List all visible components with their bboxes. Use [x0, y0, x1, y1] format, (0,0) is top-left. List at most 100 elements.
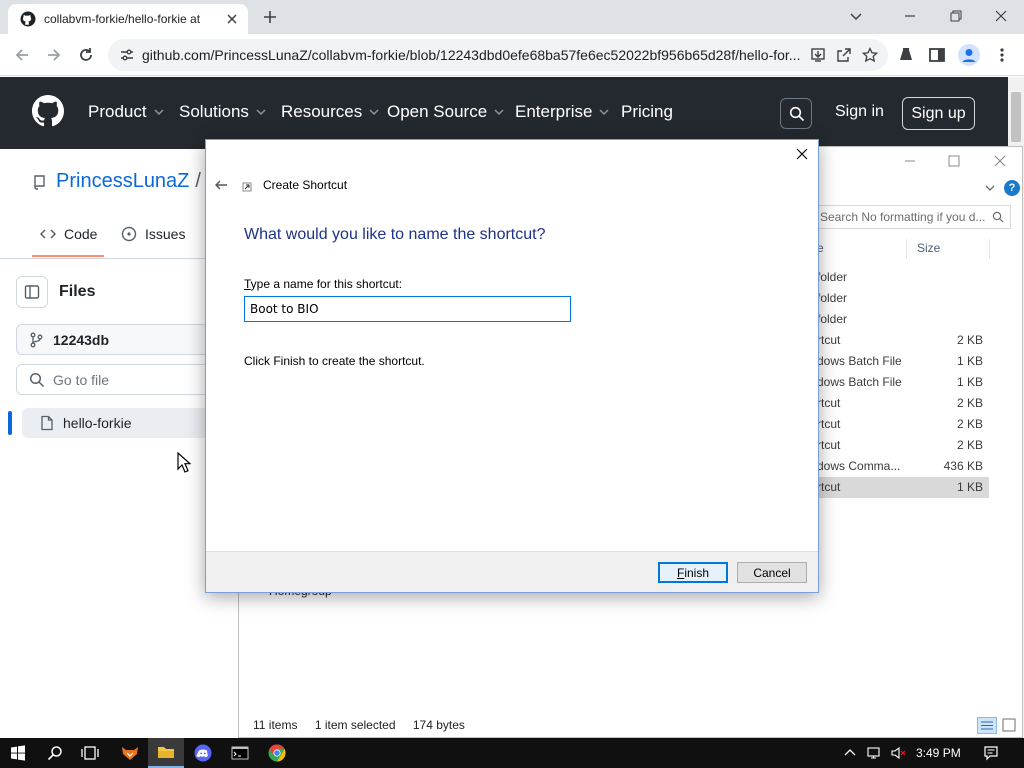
- search-icon: [29, 372, 45, 387]
- reload-icon[interactable]: [77, 46, 95, 64]
- volume-mute-icon[interactable]: [890, 745, 906, 761]
- files-title: Files: [59, 283, 96, 300]
- task-view-icon: [81, 746, 99, 760]
- browser-tab[interactable]: collabvm-forkie/hello-forkie at: [8, 4, 248, 34]
- file-size: 1 KB: [956, 354, 983, 368]
- close-icon[interactable]: [795, 147, 809, 161]
- file-row[interactable]: dows Batch File 1 KB: [809, 351, 989, 372]
- action-center-icon[interactable]: [983, 745, 999, 761]
- sign-up-button[interactable]: Sign up: [902, 97, 975, 130]
- file-type: rtcut: [817, 417, 841, 431]
- file-type: dows Comma...: [817, 459, 901, 473]
- clock[interactable]: 3:49 PM: [916, 746, 961, 760]
- taskbar-discord[interactable]: [185, 738, 221, 768]
- cancel-button[interactable]: Cancel: [737, 562, 807, 583]
- chevron-up-icon[interactable]: [842, 745, 858, 761]
- label-accelerator: T: [244, 277, 251, 291]
- go-to-file-placeholder: Go to file: [53, 371, 110, 388]
- taskbar-app-game[interactable]: [112, 738, 148, 768]
- search-taskbar-button[interactable]: [37, 738, 73, 768]
- file-row[interactable]: folder: [809, 309, 989, 330]
- status-item-count: 11 items: [253, 718, 298, 732]
- file-row[interactable]: rtcut 2 KB: [809, 414, 989, 435]
- explorer-search-input[interactable]: Search No formatting if you d...: [809, 205, 1011, 229]
- scrollbar-thumb[interactable]: [1011, 92, 1021, 142]
- minimize-icon[interactable]: [902, 8, 918, 24]
- back-arrow-icon[interactable]: [214, 178, 228, 192]
- file-list: folder folder folder rtcut 2 KB dows Batch Fi…: [809, 267, 989, 498]
- mouse-cursor-icon: [177, 452, 191, 473]
- site-info-icon[interactable]: [120, 48, 134, 62]
- plus-icon[interactable]: [262, 9, 278, 25]
- shortcut-icon: [242, 182, 252, 192]
- nav-solutions[interactable]: Solutions: [179, 102, 267, 122]
- finish-label: inish: [684, 565, 710, 580]
- file-type: rtcut: [817, 396, 841, 410]
- shortcut-name-input[interactable]: [244, 296, 571, 322]
- github-logo-icon[interactable]: [32, 95, 64, 127]
- restore-icon[interactable]: [948, 8, 964, 24]
- tab-code[interactable]: Code: [40, 226, 97, 242]
- chevron-down-icon[interactable]: [848, 8, 864, 24]
- network-icon[interactable]: [866, 745, 882, 761]
- create-shortcut-dialog: Create Shortcut What would you like to n…: [205, 139, 819, 593]
- search-button[interactable]: [780, 98, 812, 129]
- file-row[interactable]: rtcut 1 KB: [809, 477, 989, 498]
- file-row[interactable]: dows Batch File 1 KB: [809, 372, 989, 393]
- sign-in-link[interactable]: Sign in: [835, 103, 884, 121]
- file-row[interactable]: rtcut 2 KB: [809, 435, 989, 456]
- tab-label: Code: [64, 226, 98, 242]
- install-app-icon[interactable]: [810, 47, 826, 63]
- chevron-down-icon: [599, 109, 610, 116]
- nav-open-source[interactable]: Open Source: [387, 102, 505, 122]
- column-divider[interactable]: [989, 239, 990, 259]
- chevron-down-icon[interactable]: [984, 182, 996, 194]
- taskbar-command-prompt[interactable]: [222, 738, 258, 768]
- file-size: 2 KB: [956, 333, 983, 347]
- maximize-icon[interactable]: [948, 155, 960, 167]
- large-icons-view-icon[interactable]: [1001, 717, 1017, 733]
- forward-arrow-icon[interactable]: [45, 46, 63, 64]
- nav-product[interactable]: Product: [88, 102, 165, 122]
- details-view-icon[interactable]: [977, 717, 997, 734]
- taskbar-file-explorer[interactable]: [148, 738, 184, 768]
- nav-resources[interactable]: Resources: [281, 102, 380, 122]
- extensions-icon[interactable]: [897, 46, 915, 64]
- close-icon[interactable]: [993, 8, 1009, 24]
- help-icon[interactable]: ?: [1004, 180, 1020, 196]
- github-favicon: [20, 11, 36, 27]
- file-explorer-icon: [158, 747, 174, 758]
- back-arrow-icon[interactable]: [13, 46, 31, 64]
- file-row[interactable]: dows Comma... 436 KB: [809, 456, 989, 477]
- tab-issues[interactable]: Issues: [121, 226, 185, 242]
- nav-enterprise[interactable]: Enterprise: [515, 102, 610, 122]
- profile-icon[interactable]: [958, 44, 980, 66]
- file-row[interactable]: rtcut 2 KB: [809, 393, 989, 414]
- status-size: 174 bytes: [412, 718, 465, 732]
- start-button[interactable]: [0, 738, 36, 768]
- chevron-down-icon: [369, 109, 379, 116]
- column-size[interactable]: Size: [917, 241, 940, 255]
- task-view-button[interactable]: [72, 738, 108, 768]
- close-icon[interactable]: [994, 155, 1006, 167]
- shortcut-name-label: Type a name for this shortcut:: [244, 277, 402, 291]
- file-size: 2 KB: [956, 438, 983, 452]
- nav-pricing[interactable]: Pricing: [621, 102, 673, 122]
- share-icon[interactable]: [836, 47, 852, 63]
- address-bar[interactable]: github.com/PrincessLunaZ/collabvm-forkie…: [108, 39, 888, 71]
- file-row[interactable]: folder: [809, 267, 989, 288]
- column-divider[interactable]: [906, 239, 907, 259]
- taskbar-chrome[interactable]: [259, 738, 295, 768]
- close-icon[interactable]: [224, 11, 240, 27]
- windows-start-icon: [11, 745, 25, 761]
- finish-button[interactable]: Finish: [658, 562, 728, 583]
- kebab-menu-icon[interactable]: [993, 46, 1011, 64]
- repo-owner-link[interactable]: PrincessLunaZ: [56, 170, 189, 193]
- star-icon[interactable]: [862, 47, 878, 63]
- file-size: 2 KB: [956, 396, 983, 410]
- file-row[interactable]: rtcut 2 KB: [809, 330, 989, 351]
- side-panel-icon[interactable]: [928, 46, 946, 64]
- minimize-icon[interactable]: [904, 155, 916, 167]
- sidebar-toggle-button[interactable]: [16, 276, 48, 308]
- file-row[interactable]: folder: [809, 288, 989, 309]
